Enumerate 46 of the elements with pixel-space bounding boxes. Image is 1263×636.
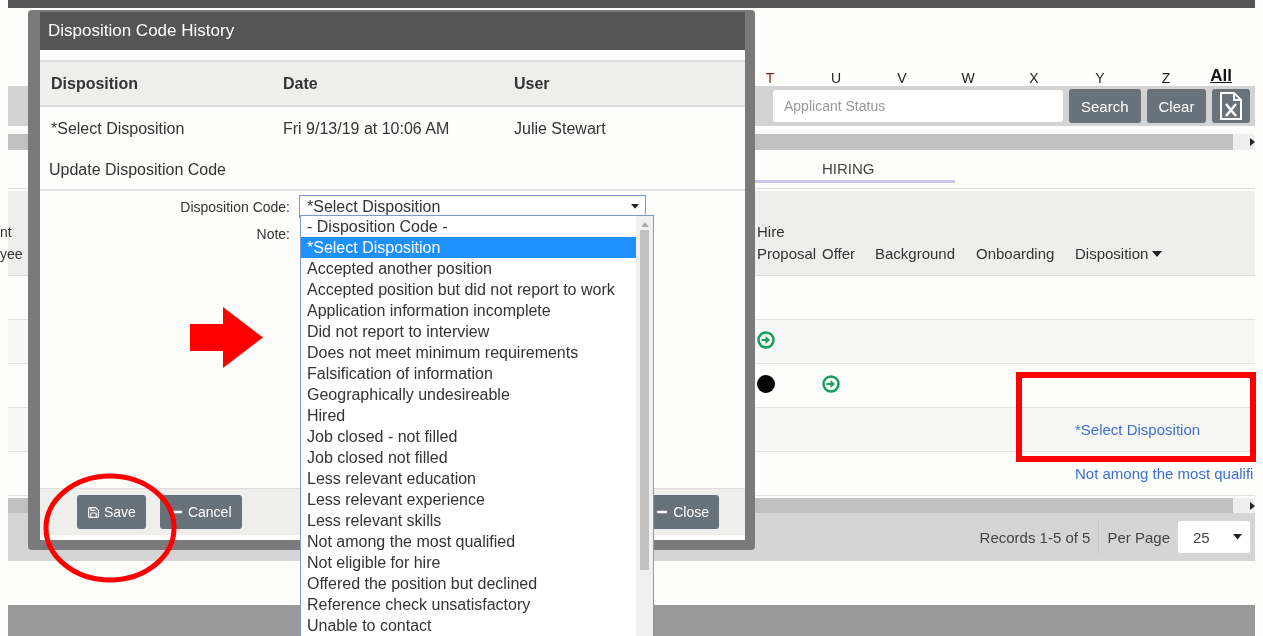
field-label: Disposition Code: (179, 198, 290, 215)
letter-link[interactable]: V (892, 70, 912, 86)
letter-link[interactable]: U (826, 70, 846, 86)
arrow-circle-icon[interactable] (757, 330, 775, 349)
column-header[interactable]: Disposition (1075, 243, 1149, 265)
table-cell-text: Fri 9/13/19 at 10:06 AM (283, 120, 451, 138)
column-header: Onboarding (976, 244, 1055, 264)
spreadsheet-icon (1219, 91, 1244, 121)
scroll-bar[interactable] (636, 216, 653, 636)
section-heading: Update Disposition Code (40, 151, 745, 191)
records-count: Records 1-5 of 5 (978, 528, 1092, 546)
table-cell-text: Julie Stewart (514, 120, 607, 138)
caret-icon (631, 204, 639, 209)
column-header: User (514, 74, 551, 93)
per-page-select[interactable]: 25 (1178, 521, 1250, 553)
arrow-circle-icon[interactable] (822, 374, 840, 393)
letter-link[interactable]: Z (1156, 70, 1176, 86)
cancel-button[interactable]: Cancel (159, 495, 242, 529)
clear-button[interactable]: Clear (1146, 89, 1207, 123)
column-header: Background (875, 244, 956, 264)
letter-link[interactable]: W (958, 70, 978, 86)
dot-icon (757, 374, 775, 393)
letter-link[interactable]: Y (1090, 70, 1110, 86)
status-field[interactable]: Applicant Status (773, 90, 1063, 122)
letter-link[interactable]: T (760, 70, 780, 86)
dialog-title: Disposition Code History (40, 12, 745, 50)
search-button[interactable]: Search (1069, 89, 1141, 123)
field-label: Note: (255, 226, 290, 242)
disposition-link[interactable]: *Select Disposition (1075, 420, 1201, 438)
save-icon (87, 505, 100, 519)
scroll-right-icon[interactable] (1250, 501, 1255, 510)
letter-link[interactable]: X (1024, 70, 1044, 86)
save-button[interactable]: Save (77, 495, 146, 529)
column-header: nt yee (0, 223, 23, 264)
all-link[interactable]: All (1199, 66, 1243, 86)
per-page-label: Per Page (1106, 528, 1171, 546)
scroll-right-icon[interactable] (1250, 138, 1255, 146)
excel-button[interactable] (1212, 89, 1251, 123)
column-header: Disposition (51, 74, 140, 93)
disposition-link[interactable]: Not among the most qualifi (1075, 464, 1254, 482)
scroll-up-icon[interactable] (640, 222, 649, 227)
column-header: Offer (822, 244, 856, 264)
column-header: Hire Proposal (757, 222, 817, 264)
caret-icon (1233, 534, 1242, 540)
column-header: Date (283, 74, 319, 93)
table-cell-text: *Select Disposition (51, 120, 186, 138)
